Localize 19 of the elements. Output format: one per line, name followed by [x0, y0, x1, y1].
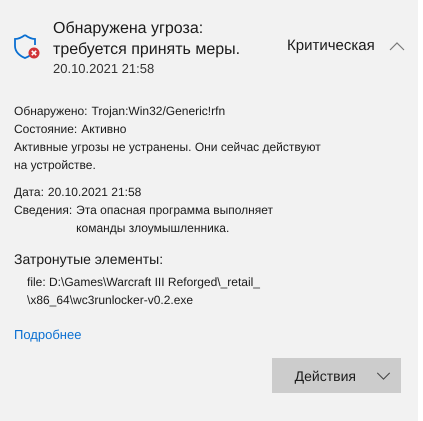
- field-label: Дата:: [14, 184, 44, 201]
- affected-heading: Затронутые элементы:: [14, 250, 164, 269]
- shield-alert-icon: [14, 34, 40, 60]
- field-value: Эта опасная программа выполняет команды злоумышленника.: [76, 202, 274, 237]
- caret-icon: [376, 372, 391, 380]
- field-label: Состояние:: [14, 121, 78, 138]
- more-link[interactable]: Подробнее: [14, 327, 82, 342]
- field-value: Активно: [81, 121, 126, 138]
- threat-title: Обнаружена угроза: требуется принять меры.: [53, 19, 242, 60]
- field-label: Сведения:: [14, 202, 72, 219]
- field-value: 20.10.2021 21:58: [48, 184, 142, 201]
- field-label: Обнаружено:: [14, 103, 88, 120]
- threat-date: 20.10.2021 21:58: [53, 61, 156, 76]
- status-message: Активные угрозы не устранены. Они сейчас действуют на устройстве.: [14, 139, 322, 174]
- file-path: file: D:\Games\Warcraft III Reforged\_retail_ \x86_64\wc3runlocker-v0.2.exe: [27, 274, 261, 309]
- actions-button[interactable]: Действия: [272, 358, 401, 393]
- collapse-chevron-icon[interactable]: [388, 42, 405, 51]
- severity-label: Критическая: [287, 37, 375, 54]
- field-value: Trojan:Win32/Generic!rfn: [92, 103, 226, 120]
